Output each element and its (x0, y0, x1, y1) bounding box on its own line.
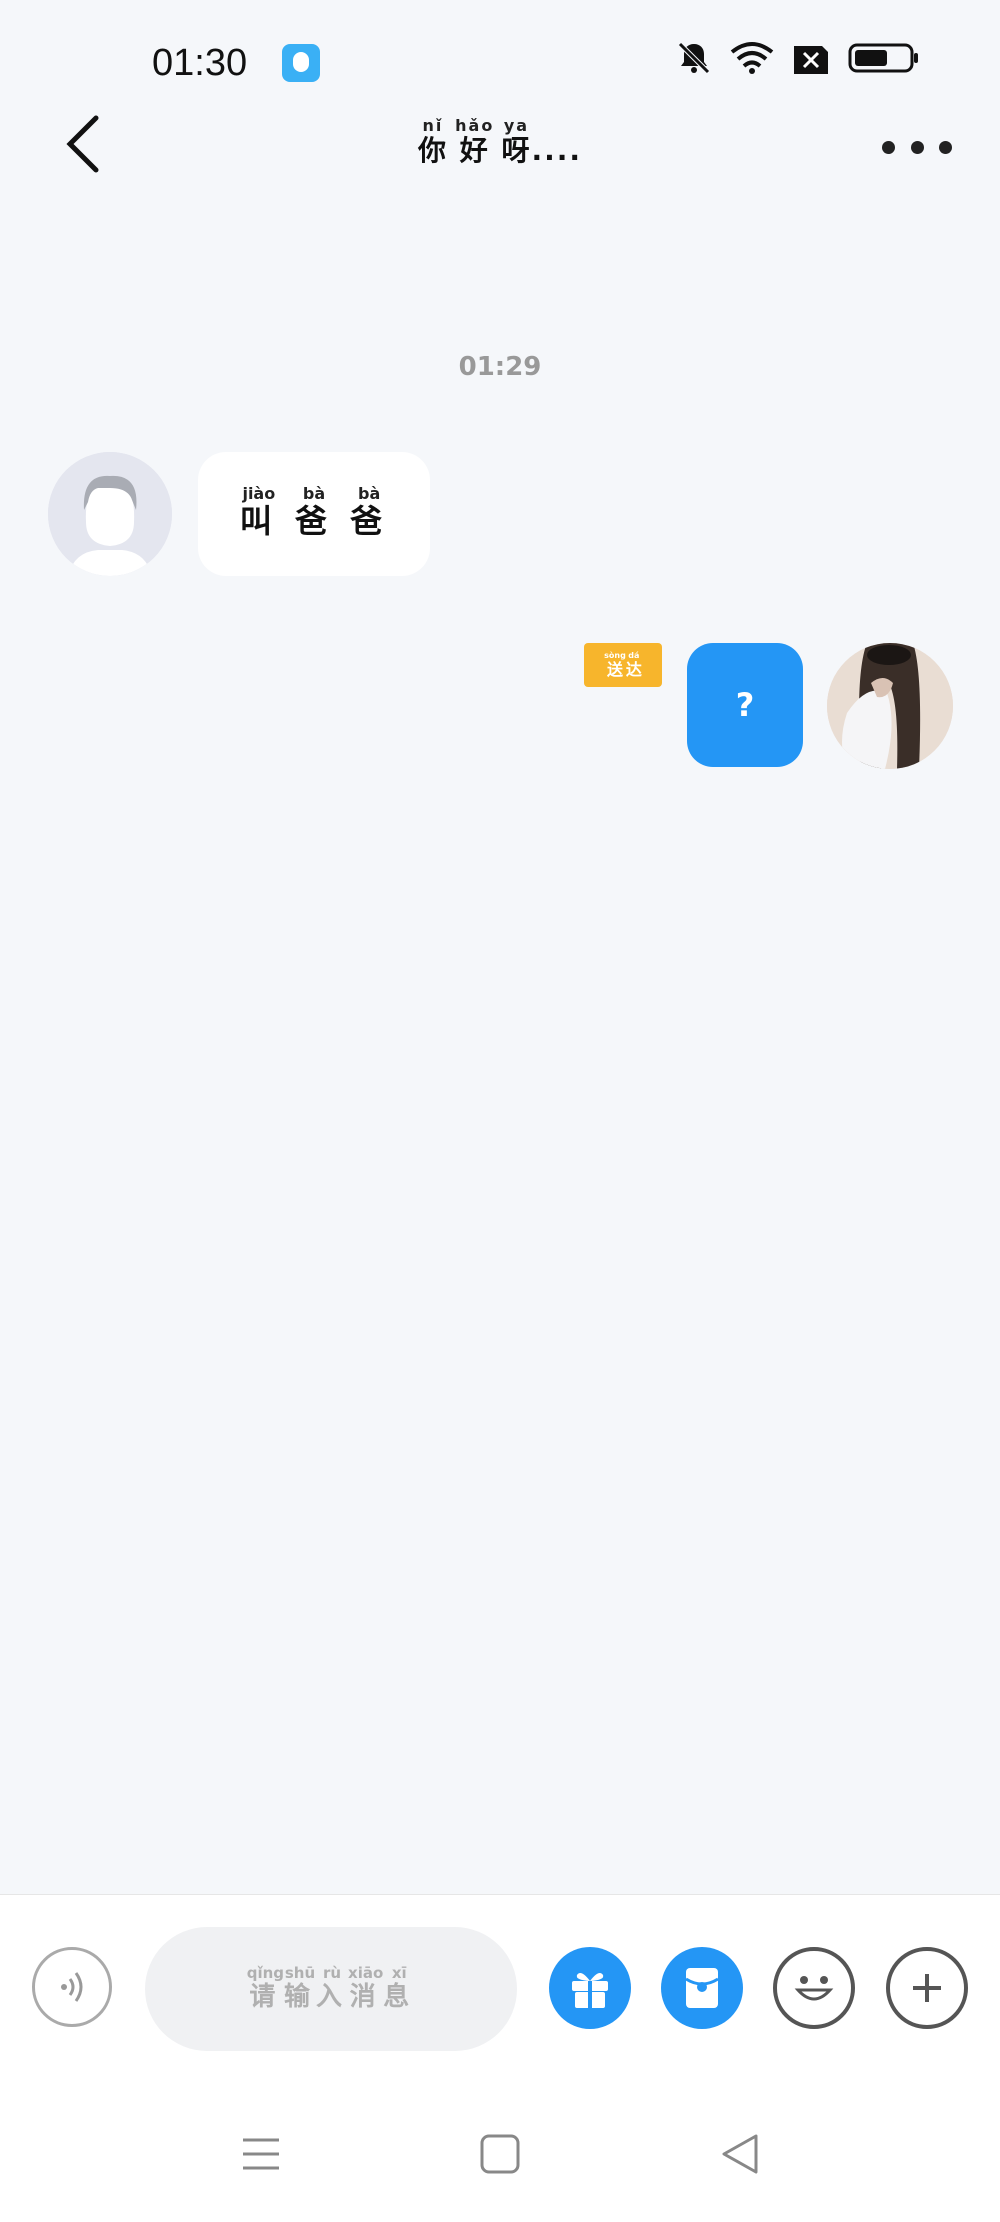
incoming-message-bubble[interactable]: 叫jiào 爸bà 爸bà (198, 452, 430, 576)
back-triangle-icon (722, 2134, 758, 2174)
menu-icon (243, 2138, 279, 2170)
title-char: 你nǐ (417, 116, 448, 167)
plus-icon (913, 1974, 941, 2002)
nav-menu-button[interactable] (233, 2126, 289, 2182)
outgoing-message-text: ? (735, 686, 755, 724)
emoji-button[interactable] (773, 1947, 855, 2029)
home-square-icon (480, 2134, 520, 2174)
voice-button[interactable] (32, 1947, 112, 2027)
red-packet-button[interactable] (661, 1947, 743, 2029)
battery-icon (848, 43, 918, 73)
emoji-icon (794, 1976, 834, 2001)
message-timestamp: 01:29 (458, 352, 542, 382)
voice-icon (61, 1972, 83, 2002)
page-title: 你nǐ 好hǎo 呀ya.... (0, 116, 1000, 169)
gift-icon (572, 1973, 608, 2008)
outgoing-message-bubble[interactable]: ? (687, 643, 803, 767)
input-bar: 请qǐng 输shū 入rù 消xiāo 息xī (0, 1894, 1000, 2086)
no-sim-icon (794, 46, 828, 74)
contact-avatar[interactable] (48, 452, 172, 576)
default-avatar-icon (48, 452, 172, 576)
system-nav-bar (0, 2086, 1000, 2222)
title-suffix: .... (531, 134, 583, 167)
delivered-status-badge: 送sòng 达dá (584, 643, 662, 687)
chat-header: 你nǐ 好hǎo 呀ya.... (0, 112, 1000, 222)
status-icons (676, 40, 920, 76)
user-avatar[interactable] (827, 643, 953, 769)
user-avatar-photo (827, 643, 953, 769)
incoming-message-text: 叫jiào 爸bà 爸bà (239, 484, 389, 540)
nav-home-button[interactable] (472, 2126, 528, 2182)
more-dots-icon (882, 140, 895, 154)
wifi-icon (730, 42, 774, 74)
app-notification-icon (282, 44, 320, 82)
status-time: 01:30 (152, 42, 248, 84)
title-char: 呀ya (501, 116, 532, 167)
more-options-button[interactable] (882, 132, 952, 162)
gift-button[interactable] (549, 1947, 631, 2029)
status-bar: 01:30 (0, 0, 1000, 120)
mute-bell-icon (678, 42, 710, 74)
nav-back-button[interactable] (712, 2126, 768, 2182)
message-input[interactable]: 请qǐng 输shū 入rù 消xiāo 息xī (145, 1927, 517, 2051)
red-packet-icon (685, 1968, 719, 2008)
more-actions-button[interactable] (886, 1947, 968, 2029)
title-char: 好hǎo (455, 116, 495, 167)
